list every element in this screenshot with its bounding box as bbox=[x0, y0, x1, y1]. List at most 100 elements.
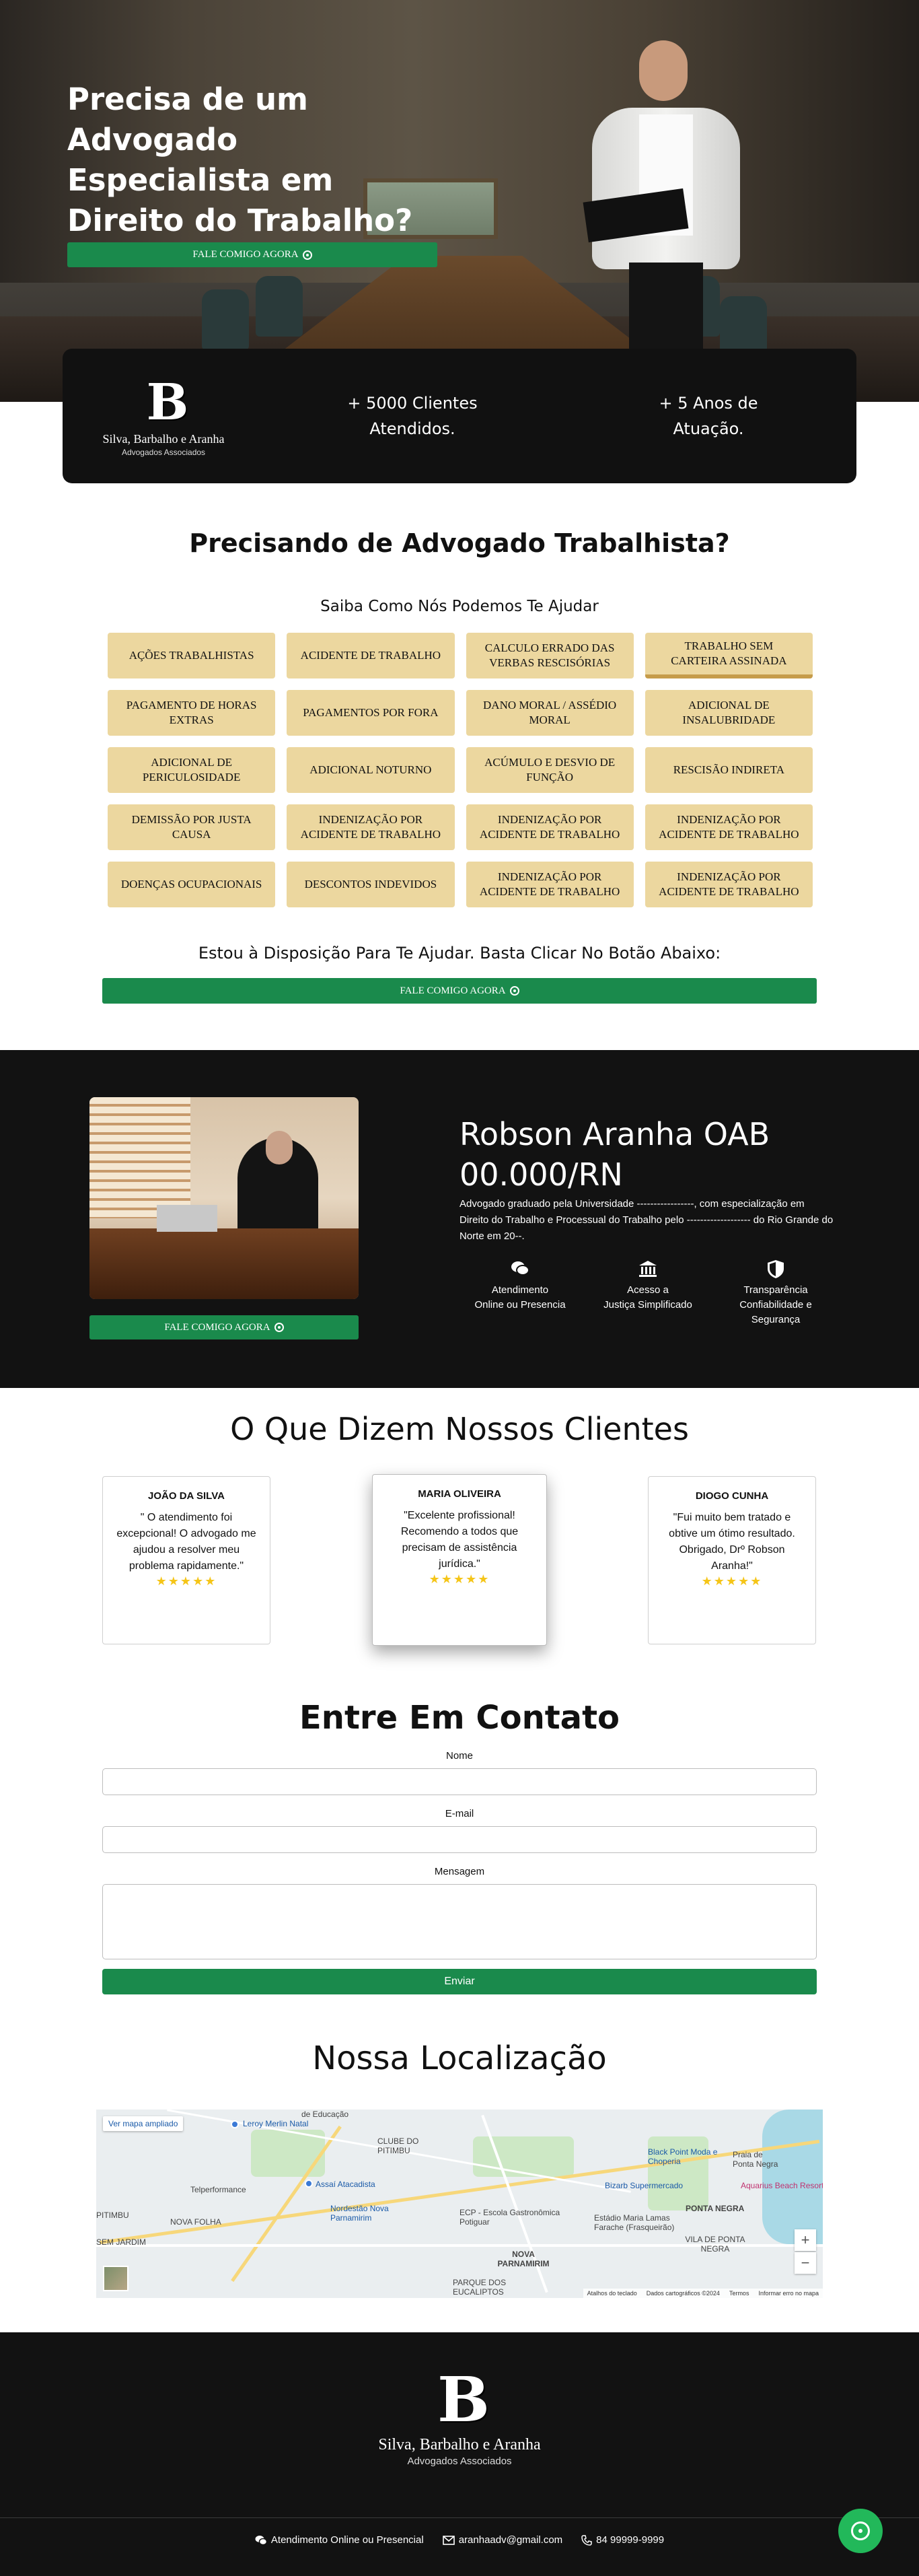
firm-subtitle: Advogados Associados bbox=[121, 447, 206, 457]
services-grid: AÇÕES TRABALHISTAS ACIDENTE DE TRABALHO … bbox=[108, 633, 813, 907]
services-cta-button[interactable]: FALE COMIGO AGORA bbox=[102, 978, 817, 1004]
attribution-item[interactable]: Atalhos do teclado bbox=[587, 2290, 637, 2297]
service-item[interactable]: ADICIONAL DE INSALUBRIDADE bbox=[645, 690, 813, 736]
courthouse-icon bbox=[639, 1261, 657, 1277]
map-label: Estádio Maria Lamas Farache (Frasqueirão… bbox=[594, 2213, 675, 2232]
zoom-in-button[interactable]: + bbox=[795, 2229, 816, 2251]
testimonial-quote: "Excelente profissional! Recomendo a tod… bbox=[400, 1510, 519, 1570]
services-title: Precisando de Advogado Trabalhista? bbox=[189, 528, 730, 558]
service-item[interactable]: PAGAMENTO DE HORAS EXTRAS bbox=[108, 690, 276, 736]
feature-list: Atendimento Online ou Presencia Acesso aJ… bbox=[459, 1259, 836, 1327]
footer-logo: B Silva, Barbalho e Aranha Advogados Ass… bbox=[325, 2366, 594, 2467]
map-label: Nordestão Nova Parnamirim bbox=[330, 2204, 389, 2223]
submit-button[interactable]: Enviar bbox=[102, 1969, 817, 1994]
park-area bbox=[473, 2136, 574, 2177]
phone-icon bbox=[581, 2534, 592, 2546]
map-label: de Educação bbox=[301, 2110, 349, 2119]
map-label: Assaí Atacadista bbox=[316, 2180, 375, 2189]
whatsapp-float-button[interactable] bbox=[838, 2509, 883, 2553]
location-map[interactable]: Ver mapa ampliado de Educação Leroy Merl… bbox=[96, 2110, 823, 2298]
service-item[interactable]: AÇÕES TRABALHISTAS bbox=[108, 633, 276, 678]
service-item[interactable]: INDENIZAÇÃO POR ACIDENTE DE TRABALHO bbox=[645, 862, 813, 907]
service-item[interactable]: ACÚMULO E DESVIO DE FUNÇÃO bbox=[466, 747, 634, 793]
enlarge-map-link[interactable]: Ver mapa ampliado bbox=[103, 2116, 184, 2131]
testimonial-author: MARIA OLIVEIRA bbox=[418, 1488, 501, 1500]
service-item[interactable]: INDENIZAÇÃO POR ACIDENTE DE TRABALHO bbox=[466, 804, 634, 850]
about-cta-label: FALE COMIGO AGORA bbox=[164, 1321, 270, 1333]
testimonial-card: MARIA OLIVEIRA "Excelente profissional! … bbox=[372, 1474, 547, 1646]
hero-cta-button[interactable]: FALE COMIGO AGORA bbox=[67, 242, 437, 267]
location-title: Nossa Localização bbox=[312, 2040, 607, 2077]
whatsapp-icon bbox=[851, 2521, 870, 2540]
whatsapp-icon bbox=[274, 1323, 284, 1332]
map-layer-thumbnail[interactable] bbox=[103, 2266, 128, 2291]
footer-firm-name: Silva, Barbalho e Aranha bbox=[378, 2436, 541, 2453]
testimonial-card: DIOGO CUNHA "Fui muito bem tratado e obt… bbox=[648, 1476, 816, 1644]
firm-name: Silva, Barbalho e Aranha bbox=[102, 431, 225, 446]
map-label: Aquarius Beach Resort bbox=[741, 2181, 823, 2190]
stat-clients: + 5000 Clientes Atendidos. bbox=[347, 394, 478, 438]
service-item[interactable]: ADICIONAL DE PERICULOSIDADE bbox=[108, 747, 276, 793]
mail-icon bbox=[442, 2535, 455, 2545]
map-label: CLUBE DO PITIMBU bbox=[377, 2136, 419, 2155]
map-label: PONTA NEGRA bbox=[686, 2204, 745, 2213]
service-item[interactable]: INDENIZAÇÃO POR ACIDENTE DE TRABALHO bbox=[287, 804, 455, 850]
map-label: VILA DE PONTA NEGRA bbox=[685, 2235, 745, 2254]
service-item[interactable]: TRABALHO SEM CARTEIRA ASSINADA bbox=[645, 633, 813, 678]
shield-icon bbox=[768, 1260, 784, 1278]
email-label: E-mail bbox=[445, 1808, 474, 1819]
footer-firm-subtitle: Advogados Associados bbox=[407, 2456, 512, 2467]
lawyer-photo bbox=[565, 35, 760, 402]
map-label: ECP - Escola Gastronômica Potiguar bbox=[459, 2208, 560, 2227]
feature-item: Transparência Confiabilidade e Segurança bbox=[715, 1259, 836, 1327]
service-item[interactable]: PAGAMENTOS POR FORA bbox=[287, 690, 455, 736]
testimonials-title: O Que Dizem Nossos Clientes bbox=[230, 1411, 689, 1447]
service-item[interactable]: DEMISSÃO POR JUSTA CAUSA bbox=[108, 804, 276, 850]
whatsapp-icon bbox=[302, 250, 312, 260]
chat-icon bbox=[255, 2535, 267, 2545]
service-item[interactable]: DOENÇAS OCUPACIONAIS bbox=[108, 862, 276, 907]
email-input[interactable] bbox=[102, 1826, 817, 1853]
hero-headline: Precisa de um Advogado Especialista em D… bbox=[67, 81, 413, 238]
testimonial-quote: "Fui muito bem tratado e obtive um ótimo… bbox=[669, 1512, 795, 1572]
hero-cta-label: FALE COMIGO AGORA bbox=[192, 249, 299, 260]
chair bbox=[202, 289, 249, 350]
name-label: Nome bbox=[445, 1750, 473, 1762]
star-rating-icon: ★★★★★ bbox=[701, 1574, 763, 1589]
footer-contact-service: Atendimento Online ou Presencial bbox=[255, 2534, 424, 2546]
footer-contact-email[interactable]: aranhaadv@gmail.com bbox=[442, 2534, 562, 2546]
services-cta-label: FALE COMIGO AGORA bbox=[400, 985, 506, 996]
service-item[interactable]: INDENIZAÇÃO POR ACIDENTE DE TRABALHO bbox=[645, 804, 813, 850]
footer-contact-phone[interactable]: 84 99999-9999 bbox=[581, 2534, 664, 2546]
sea-area bbox=[762, 2110, 823, 2244]
map-attribution: Atalhos do teclado Dados cartográficos ©… bbox=[583, 2289, 823, 2298]
message-textarea[interactable] bbox=[102, 1884, 817, 1959]
service-item[interactable]: ADICIONAL NOTURNO bbox=[287, 747, 455, 793]
contact-title: Entre Em Contato bbox=[299, 1699, 620, 1737]
map-label: Black Point Moda e Choperia bbox=[648, 2147, 718, 2166]
services-subtitle: Saiba Como Nós Podemos Te Ajudar bbox=[320, 598, 599, 615]
service-item[interactable]: DESCONTOS INDEVIDOS bbox=[287, 862, 455, 907]
testimonial-author: JOÃO DA SILVA bbox=[148, 1490, 225, 1502]
map-label: Leroy Merlin Natal bbox=[243, 2119, 309, 2128]
lawyer-name: Robson Aranha OAB 00.000/RN bbox=[459, 1116, 770, 1193]
hero-section: Precisa de um Advogado Especialista em D… bbox=[0, 0, 919, 402]
service-item[interactable]: CALCULO ERRADO DAS VERBAS RESCISÓRIAS bbox=[466, 633, 634, 678]
name-input[interactable] bbox=[102, 1768, 817, 1795]
map-label: PARQUE DOS EUCALIPTOS bbox=[453, 2278, 507, 2297]
service-item[interactable]: INDENIZAÇÃO POR ACIDENTE DE TRABALHO bbox=[466, 862, 634, 907]
footer-contacts: Atendimento Online ou Presencial aranhaa… bbox=[0, 2534, 919, 2546]
about-cta-button[interactable]: FALE COMIGO AGORA bbox=[89, 1315, 359, 1339]
map-label: NOVA PARNAMIRIM bbox=[497, 2250, 550, 2268]
footer-divider bbox=[0, 2517, 919, 2518]
attribution-item[interactable]: Informar erro no mapa bbox=[758, 2290, 819, 2297]
map-label: NOVA FOLHA bbox=[170, 2217, 221, 2227]
attribution-item: Dados cartográficos ©2024 bbox=[646, 2290, 720, 2297]
service-item[interactable]: ACIDENTE DE TRABALHO bbox=[287, 633, 455, 678]
zoom-out-button[interactable]: − bbox=[795, 2252, 816, 2274]
stats-card: B Silva, Barbalho e Aranha Advogados Ass… bbox=[63, 349, 856, 483]
service-item[interactable]: RESCISÃO INDIRETA bbox=[645, 747, 813, 793]
monogram-icon: B bbox=[146, 373, 188, 431]
attribution-item[interactable]: Termos bbox=[729, 2290, 749, 2297]
service-item[interactable]: DANO MORAL / ASSÉDIO MORAL bbox=[466, 690, 634, 736]
